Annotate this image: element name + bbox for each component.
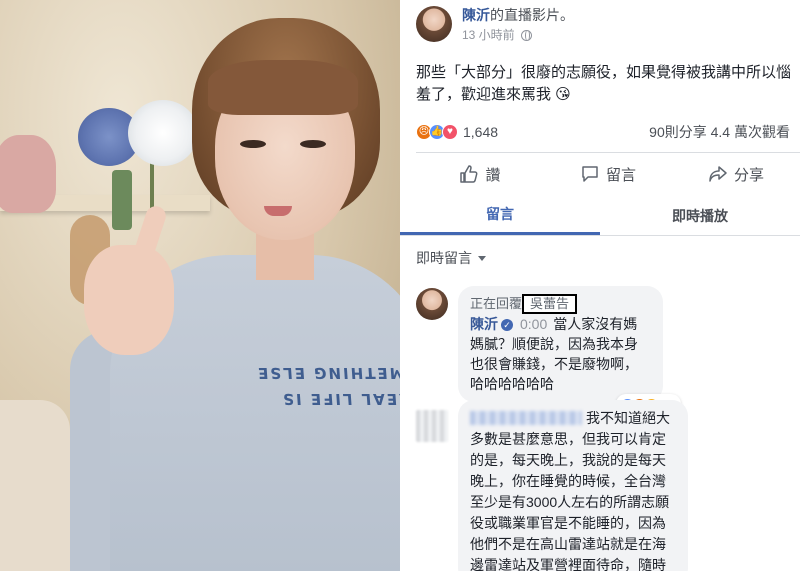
- live-comments-label: 即時留言: [416, 250, 472, 266]
- blurred-avatar[interactable]: [416, 410, 448, 442]
- reply-prefix: 正在回覆: [470, 296, 523, 311]
- pink-hat: [0, 135, 56, 213]
- comment-item: 我不知道絕大多數是甚麼意思，但我可以肯定的是，每天晚上，我說的是每天晚上，你在睡…: [416, 400, 688, 571]
- author-name-link[interactable]: 陳沂: [462, 7, 490, 23]
- post-actions: 讚 留言 分享: [416, 156, 800, 192]
- post-title: 陳沂的直播影片。: [462, 6, 574, 24]
- comment-bubble: 我不知道絕大多數是甚麼意思，但我可以肯定的是，每天晚上，我說的是每天晚上，你在睡…: [458, 400, 688, 571]
- like-button[interactable]: 讚: [416, 156, 544, 192]
- post-header: 陳沂的直播影片。 13 小時前: [416, 6, 574, 44]
- shirt-print: REAL LIFE IS SOMETHING ELSE: [253, 360, 400, 412]
- white-hydrangea: [128, 100, 198, 166]
- like-label: 讚: [485, 166, 501, 184]
- comment-tabs: 留言 即時播放: [400, 196, 800, 236]
- post-timestamp[interactable]: 13 小時前: [462, 26, 515, 44]
- hand: [84, 245, 174, 355]
- comment-item: 正在回覆 吳蕾告 陳沂 ✓ 0:00 當人家沒有媽媽膩？順便說，因為我本身也很會賺錢，不…: [416, 286, 681, 416]
- tab-replay[interactable]: 即時播放: [600, 196, 800, 235]
- bangs: [208, 60, 358, 115]
- sofa: [0, 400, 70, 571]
- love-icon: ♥: [442, 124, 458, 140]
- live-comments-filter[interactable]: 即時留言: [416, 248, 486, 268]
- reaction-count[interactable]: 1,648: [463, 124, 498, 140]
- reply-context: 正在回覆 吳蕾告: [470, 294, 651, 314]
- like-icon: [460, 165, 478, 183]
- post-meta: 13 小時前: [462, 26, 574, 44]
- author-avatar[interactable]: [416, 6, 452, 42]
- commenter-avatar[interactable]: [416, 288, 448, 320]
- right-eye: [300, 140, 326, 148]
- post-text: 那些「大部分」很廢的志願役，如果覺得被我講中所以惱羞了，歡迎進來罵我 😘: [416, 64, 792, 103]
- share-button[interactable]: 分享: [672, 156, 800, 192]
- post-title-suffix: 的直播影片。: [490, 7, 574, 23]
- facebook-post-panel: 陳沂的直播影片。 13 小時前 那些「大部分」很廢的志願役，如果覺得被我講中所以…: [400, 0, 800, 571]
- reply-target-name[interactable]: 吳蕾告: [522, 294, 578, 314]
- share-view-stats[interactable]: 90則分享 4.4 萬次觀看: [649, 122, 790, 142]
- divider: [416, 152, 800, 153]
- vase: [112, 170, 132, 230]
- shirt-text-line1: REAL LIFE IS: [280, 390, 400, 408]
- comment-bubble: 正在回覆 吳蕾告 陳沂 ✓ 0:00 當人家沒有媽媽膩？順便說，因為我本身也很會賺錢，不…: [458, 286, 681, 416]
- verified-icon: ✓: [501, 319, 513, 331]
- comment-icon: [582, 166, 598, 182]
- share-label: 分享: [733, 166, 764, 184]
- globe-icon: [520, 29, 532, 41]
- comment-text: 我不知道絕大多數是甚麼意思，但我可以肯定的是，每天晚上，我說的是每天晚上，你在睡…: [470, 410, 670, 571]
- comment-author-name[interactable]: 陳沂: [470, 316, 498, 332]
- live-video-frame[interactable]: REAL LIFE IS SOMETHING ELSE: [0, 0, 400, 571]
- comment-text-block: 陳沂 ✓ 0:00 當人家沒有媽媽膩？順便說，因為我本身也很會賺錢，不是廢物啊，哈哈哈…: [470, 314, 651, 394]
- tab-comments[interactable]: 留言: [400, 196, 600, 235]
- blurred-commenter-name[interactable]: [470, 411, 582, 425]
- comment-label: 留言: [605, 166, 636, 184]
- comment-timestamp[interactable]: 0:00: [520, 316, 547, 332]
- chevron-down-icon: [478, 255, 486, 261]
- reactions-bar[interactable]: 😠 👍 ♥ 1,648 90則分享 4.4 萬次觀看: [416, 122, 796, 142]
- shirt-text-line2: SOMETHING ELSE: [255, 364, 400, 382]
- share-icon: [709, 166, 727, 182]
- comment-button[interactable]: 留言: [544, 156, 672, 192]
- left-eye: [240, 140, 266, 148]
